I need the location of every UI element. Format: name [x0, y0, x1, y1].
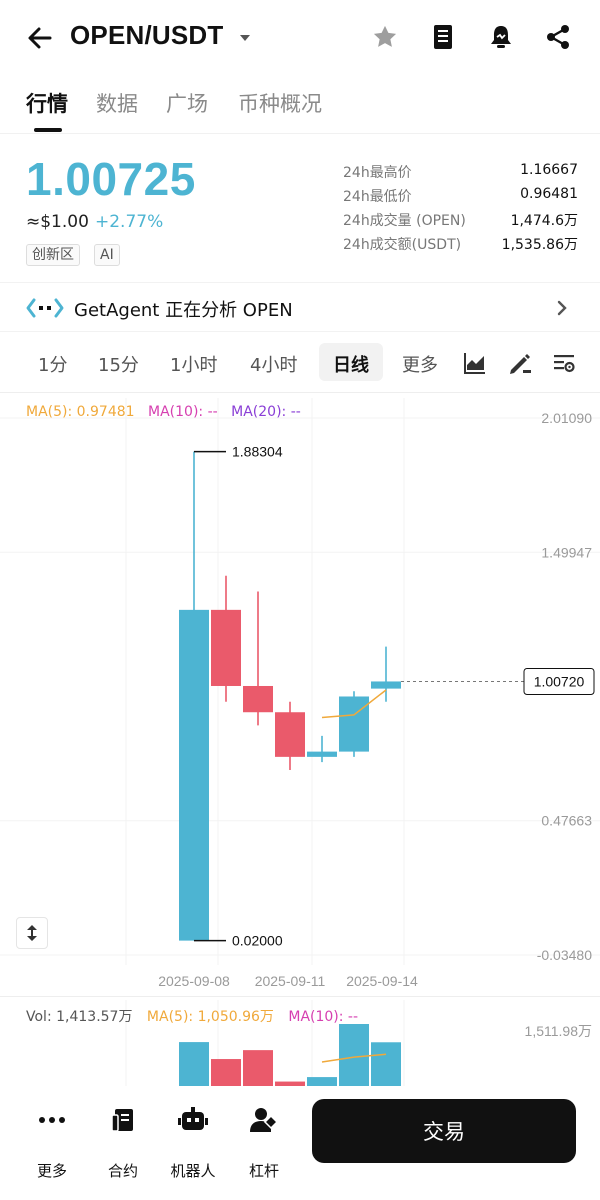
tab-square[interactable]: 广场: [166, 88, 208, 118]
stat-row-low: 24h最低价 0.96481: [343, 186, 578, 210]
pair-title[interactable]: OPEN/USDT: [70, 20, 223, 51]
getagent-bar[interactable]: GetAgent 正在分析 OPEN: [0, 282, 600, 332]
y-tick-label: -0.03480: [537, 947, 592, 963]
divider: [0, 996, 600, 997]
tab-coin-overview[interactable]: 币种概况: [238, 88, 322, 118]
high-price-label: 1.88304: [232, 444, 283, 460]
stat-row-turnover: 24h成交额(USDT) 1,535.86万: [343, 234, 578, 258]
ai-badge[interactable]: AI: [94, 244, 120, 266]
more-dots-icon: [36, 1104, 68, 1136]
indicator-settings-icon[interactable]: [551, 350, 577, 376]
price-change-percent: +2.77%: [95, 212, 164, 232]
y-tick-label: 2.01090: [541, 410, 592, 426]
stat-label: 24h最低价: [343, 189, 412, 205]
vol-label: Vol: 1,413.57万: [26, 1009, 133, 1025]
stat-value: 1.16667: [520, 162, 578, 178]
star-icon[interactable]: [368, 20, 402, 54]
price-alert-bell-icon[interactable]: [484, 20, 518, 54]
volume-bar: [371, 1042, 401, 1086]
robot-icon: [177, 1104, 209, 1136]
zone-badge[interactable]: 创新区: [26, 244, 80, 266]
candlestick-chart[interactable]: 2.01090 1.49947 0.47663 -0.03480 1.88304 0.02…: [0, 395, 600, 995]
chevron-right-icon: [554, 297, 570, 319]
volume-bar: [211, 1059, 241, 1086]
caret-down-icon[interactable]: [235, 24, 255, 52]
volume-bar: [339, 1024, 369, 1086]
getagent-icon: [26, 297, 64, 319]
nav-label: 机器人: [170, 1162, 216, 1180]
back-arrow-icon[interactable]: [22, 20, 58, 56]
interval-4h[interactable]: 4小时: [250, 351, 297, 377]
share-icon[interactable]: [541, 20, 575, 54]
volume-legend: Vol: 1,413.57万 MA(5): 1,050.96万 MA(10): …: [26, 1006, 368, 1026]
contract-icon: [107, 1104, 139, 1136]
volume-bar: [179, 1042, 209, 1086]
vol-ma5-label: MA(5): 1,050.96万: [146, 1009, 274, 1025]
usd-price: ≈$1.00: [26, 212, 89, 232]
volume-bar: [307, 1077, 337, 1086]
interval-1d[interactable]: 日线: [333, 351, 369, 377]
x-tick-label: 2025-09-08: [158, 973, 230, 989]
stat-value: 0.96481: [520, 186, 578, 202]
candle-body: [179, 609, 209, 941]
stat-label: 24h最高价: [343, 165, 412, 181]
nav-contract[interactable]: 合约: [93, 1104, 153, 1180]
interval-1h[interactable]: 1小时: [170, 351, 217, 377]
volume-axis-label: 1,511.98万: [525, 1023, 592, 1039]
low-price-label: 0.02000: [232, 933, 283, 949]
candle-body: [371, 681, 401, 689]
stat-value: 1,535.86万: [501, 237, 578, 253]
trade-button[interactable]: 交易: [312, 1099, 576, 1163]
y-tick-label: 1.49947: [541, 544, 592, 560]
market-tabs: 行情 数据 广场 币种概况: [0, 82, 600, 134]
stat-row-high: 24h最高价 1.16667: [343, 162, 578, 186]
stat-label: 24h成交量 (OPEN): [343, 213, 466, 229]
nav-leverage[interactable]: 杠杆: [234, 1104, 294, 1180]
24h-stats: 24h最高价 1.16667 24h最低价 0.96481 24h成交量 (OP…: [343, 162, 578, 258]
header-bar: OPEN/USDT: [0, 0, 600, 76]
current-price-label: 1.00720: [534, 673, 585, 689]
y-tick-label: 0.47663: [541, 813, 592, 829]
interval-bar: 1分 15分 1小时 4小时 日线 更多: [0, 338, 600, 388]
interval-more[interactable]: 更多: [402, 351, 438, 377]
candle-body: [339, 696, 369, 752]
candle-body: [307, 751, 337, 757]
nav-label: 杠杆: [248, 1162, 279, 1180]
tab-data[interactable]: 数据: [96, 88, 138, 118]
x-tick-label: 2025-09-14: [346, 973, 418, 989]
nav-more[interactable]: 更多: [22, 1104, 82, 1180]
bottom-action-bar: 更多 合约 机器人 杠杆 交易: [0, 1086, 600, 1200]
getagent-text: GetAgent 正在分析 OPEN: [74, 300, 293, 321]
leverage-icon: [248, 1104, 280, 1136]
candle-body: [275, 712, 305, 757]
stat-row-volume: 24h成交量 (OPEN) 1,474.6万: [343, 210, 578, 234]
vertical-scale-icon[interactable]: [16, 917, 48, 949]
candle-body: [211, 609, 241, 686]
stat-value: 1,474.6万: [510, 213, 578, 229]
chart-type-icon[interactable]: [462, 350, 488, 376]
active-tab-indicator: [34, 128, 62, 132]
nav-label: 合约: [107, 1162, 138, 1180]
x-tick-label: 2025-09-11: [255, 973, 326, 989]
nav-label: 更多: [36, 1162, 67, 1180]
candle-body: [243, 685, 273, 713]
book-icon[interactable]: [426, 20, 460, 54]
last-price: 1.00725: [26, 153, 196, 205]
interval-15m[interactable]: 15分: [98, 351, 139, 377]
divider: [0, 392, 600, 393]
volume-bar: [243, 1050, 273, 1086]
tab-market[interactable]: 行情: [26, 88, 68, 118]
drawing-pen-icon[interactable]: [507, 350, 533, 376]
stat-label: 24h成交额(USDT): [343, 237, 462, 253]
vol-ma10-label: MA(10): --: [288, 1009, 359, 1025]
nav-robot[interactable]: 机器人: [163, 1104, 223, 1180]
interval-1m[interactable]: 1分: [38, 351, 67, 377]
